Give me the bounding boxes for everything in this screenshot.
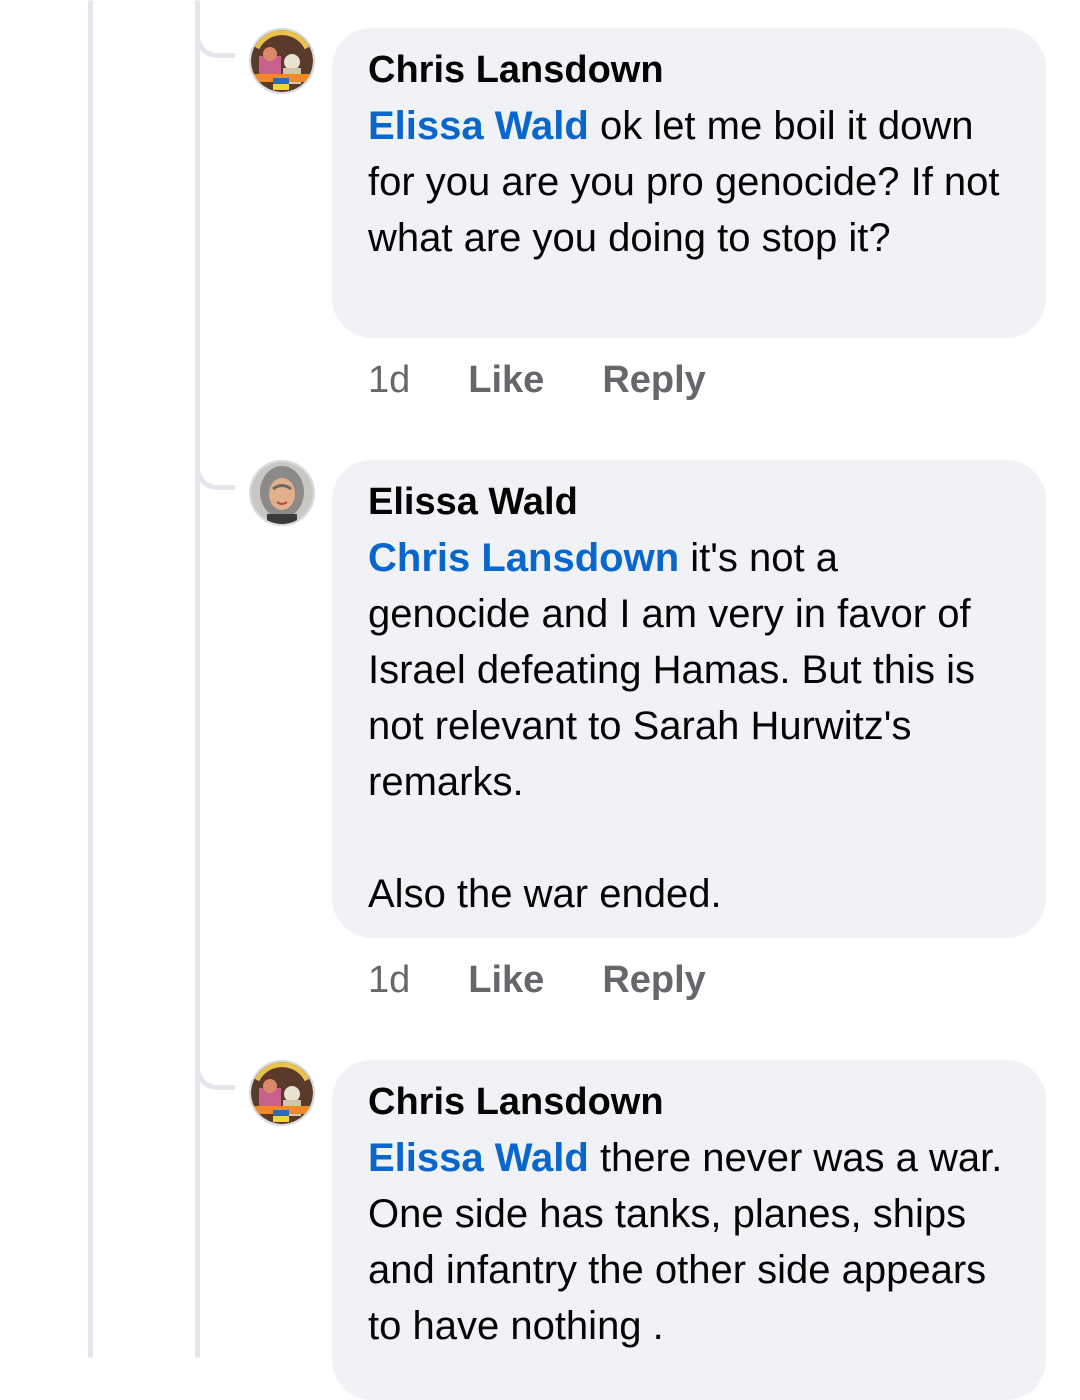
avatar[interactable]: [249, 28, 315, 94]
comment-timestamp[interactable]: 1d: [368, 958, 410, 1002]
woman-portrait-avatar-image: [251, 462, 313, 524]
like-button[interactable]: Like: [468, 958, 544, 1002]
comment-bubble: Chris Lansdown Elissa Wald there never w…: [332, 1060, 1046, 1400]
comment-timestamp[interactable]: 1d: [368, 358, 410, 402]
reply-button[interactable]: Reply: [602, 958, 705, 1002]
comment-text: Elissa Wald ok let me boil it down for y…: [368, 98, 1010, 266]
mention-link[interactable]: Elissa Wald: [368, 104, 589, 148]
protest-sign-avatar-image: [251, 1062, 313, 1124]
thread-line-inner: [195, 0, 200, 1358]
comment-body: it's not a genocide and I am very in fav…: [368, 536, 975, 916]
reply-button[interactable]: Reply: [602, 358, 705, 402]
reply-connector: [195, 36, 235, 58]
reply-connector: [195, 1068, 235, 1090]
thread-line-outer: [88, 0, 93, 1358]
reply-connector: [195, 468, 235, 490]
comment-author[interactable]: Elissa Wald: [368, 474, 1010, 530]
avatar[interactable]: [249, 460, 315, 526]
comment-text: Chris Lansdown it's not a genocide and I…: [368, 530, 1010, 922]
comment-actions: 1d Like Reply: [368, 358, 764, 402]
comment-actions: 1d Like Reply: [368, 958, 764, 1002]
comment-bubble: Elissa Wald Chris Lansdown it's not a ge…: [332, 460, 1046, 938]
mention-link[interactable]: Elissa Wald: [368, 1136, 589, 1180]
comment-text: Elissa Wald there never was a war. One s…: [368, 1130, 1010, 1354]
protest-sign-avatar-image: [251, 30, 313, 92]
comment-author[interactable]: Chris Lansdown: [368, 42, 1010, 98]
avatar[interactable]: [249, 1060, 315, 1126]
comment-bubble: Chris Lansdown Elissa Wald ok let me boi…: [332, 28, 1046, 338]
comment-author[interactable]: Chris Lansdown: [368, 1074, 1010, 1130]
like-button[interactable]: Like: [468, 358, 544, 402]
mention-link[interactable]: Chris Lansdown: [368, 536, 679, 580]
